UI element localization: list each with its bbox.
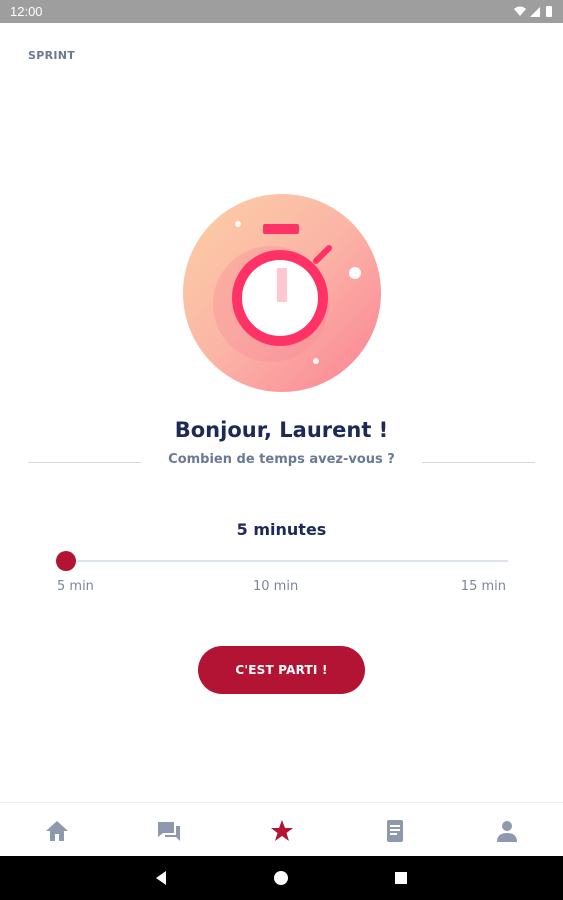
page-title: SPRINT [28, 49, 76, 62]
greeting-heading: Bonjour, Laurent ! [174, 418, 389, 442]
slider-track[interactable] [64, 560, 508, 562]
prompt-row: Combien de temps avez-vous ? [28, 452, 535, 472]
android-nav-bar [0, 856, 563, 900]
slider-thumb[interactable] [56, 551, 76, 571]
signal-icon [530, 7, 540, 17]
profile-icon[interactable] [493, 817, 521, 845]
duration-label: 5 minutes [236, 520, 327, 539]
status-icons [514, 6, 552, 17]
duration-slider[interactable] [56, 550, 508, 572]
bottom-nav [0, 802, 563, 857]
home-button-icon[interactable] [272, 869, 290, 887]
slider-max-label: 15 min [460, 579, 506, 594]
prompt-text: Combien de temps avez-vous ? [168, 452, 395, 467]
slider-mid-label: 10 min [253, 579, 299, 594]
stopwatch-illustration [183, 194, 381, 392]
slider-min-label: 5 min [57, 579, 94, 594]
star-icon[interactable] [268, 817, 296, 845]
battery-icon [546, 6, 552, 17]
home-icon[interactable] [43, 817, 71, 845]
back-icon[interactable] [152, 869, 170, 887]
recents-icon[interactable] [392, 869, 410, 887]
chat-icon[interactable] [155, 817, 183, 845]
wifi-icon [514, 6, 526, 16]
status-time: 12:00 [10, 4, 43, 19]
divider-right [422, 462, 535, 463]
status-bar: 12:00 [0, 0, 563, 23]
book-icon[interactable] [381, 817, 409, 845]
start-button[interactable]: C'EST PARTI ! [198, 646, 365, 694]
